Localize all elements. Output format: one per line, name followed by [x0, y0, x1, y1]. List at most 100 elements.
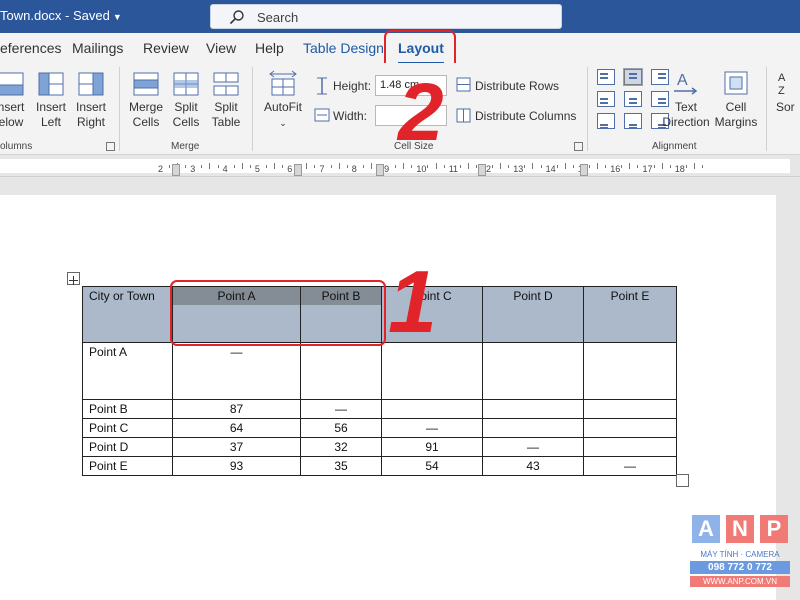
insert-below-button[interactable]: nsert elow — [0, 71, 28, 130]
chevron-down-icon: ▼ — [112, 12, 122, 22]
table-cell[interactable]: 37 — [172, 437, 301, 457]
anp-website: WWW.ANP.COM.VN — [690, 576, 790, 587]
align-cell-icon[interactable] — [597, 91, 615, 107]
table-cell[interactable] — [482, 399, 584, 419]
row-label-cell[interactable]: Point B — [82, 399, 173, 419]
ruler-column-marker[interactable] — [376, 164, 384, 176]
ruler-number: 11 — [448, 164, 459, 174]
ruler-tick — [540, 165, 542, 168]
table-cell[interactable]: 56 — [300, 418, 382, 438]
ruler-tick — [597, 163, 599, 169]
header-cell[interactable]: Point E — [583, 286, 677, 343]
ruler-column-marker[interactable] — [580, 164, 588, 176]
header-cell[interactable]: Point D — [482, 286, 584, 343]
align-cell-icon[interactable] — [597, 69, 615, 85]
height-icon — [317, 77, 327, 95]
table-cell[interactable]: 64 — [172, 418, 301, 438]
distribute-rows-icon — [456, 77, 471, 92]
table-cell[interactable]: 43 — [482, 456, 584, 476]
align-cell-icon[interactable] — [597, 113, 615, 129]
table-cell[interactable]: — — [583, 456, 677, 476]
cell-text: 32 — [334, 440, 348, 454]
autofit-button[interactable]: AutoFit ⌄ — [260, 69, 306, 131]
distribute-columns-icon — [456, 108, 471, 123]
tab-table-design[interactable]: Table Design — [303, 40, 384, 56]
table-cell[interactable] — [583, 418, 677, 438]
ruler-tick — [233, 165, 235, 168]
table-cell[interactable]: — — [482, 437, 584, 457]
ruler-number: 4 — [222, 164, 228, 174]
tab-mailings[interactable]: Mailings — [72, 40, 123, 56]
align-cell-icon[interactable] — [624, 69, 642, 85]
table-cell[interactable]: 54 — [381, 456, 483, 476]
tab-review[interactable]: Review — [143, 40, 189, 56]
table-cell[interactable] — [482, 342, 584, 400]
merge-cells-button[interactable]: Merge Cells — [126, 71, 166, 130]
tab-help[interactable]: Help — [255, 40, 284, 56]
table-cell[interactable] — [300, 342, 382, 400]
group-separator — [766, 67, 767, 151]
insert-left-button[interactable]: Insert Left — [33, 71, 69, 130]
ruler-number: 14 — [545, 164, 556, 174]
table-move-handle-icon[interactable] — [67, 272, 80, 285]
horizontal-ruler[interactable]: 23456789101112131415161718 — [0, 155, 800, 177]
distribute-rows-button[interactable]: Distribute Rows — [475, 79, 559, 93]
sort-button[interactable]: AZ Sor — [776, 69, 800, 115]
dialog-launcher-icon[interactable] — [106, 142, 115, 151]
table-cell[interactable]: — — [381, 418, 483, 438]
table-cell[interactable]: 87 — [172, 399, 301, 419]
table-cell[interactable] — [482, 418, 584, 438]
table-cell[interactable]: — — [300, 399, 382, 419]
row-label-cell[interactable]: Point A — [82, 342, 173, 400]
table-cell[interactable]: 32 — [300, 437, 382, 457]
table-cell[interactable] — [381, 342, 483, 400]
cell-text: 64 — [229, 421, 244, 435]
ruler-column-marker[interactable] — [294, 164, 302, 176]
align-cell-icon[interactable] — [624, 113, 642, 129]
ruler-tick — [346, 165, 348, 168]
dialog-launcher-icon[interactable] — [574, 142, 583, 151]
cell-text: 87 — [229, 402, 244, 416]
ruler-tick — [314, 165, 316, 168]
split-table-button[interactable]: Split Table — [208, 71, 244, 130]
table-cell[interactable]: 91 — [381, 437, 483, 457]
insert-right-button[interactable]: Insert Right — [73, 71, 109, 130]
cell-text: Point B — [89, 402, 128, 416]
row-label-cell[interactable]: Point D — [82, 437, 173, 457]
align-cell-icon[interactable] — [624, 91, 642, 107]
ruler-tick — [467, 163, 469, 169]
ruler-tick — [693, 163, 695, 169]
tab-view[interactable]: View — [206, 40, 236, 56]
tab-eferences[interactable]: eferences — [0, 40, 61, 56]
ruler-tick — [395, 165, 397, 168]
ruler-tick — [702, 165, 704, 168]
row-label-cell[interactable]: Point C — [82, 418, 173, 438]
insert-left-icon — [38, 72, 64, 96]
table-cell[interactable]: 35 — [300, 456, 382, 476]
search-box[interactable]: Search — [210, 4, 562, 29]
ruler-tick — [443, 165, 445, 168]
table-cell[interactable] — [583, 399, 677, 419]
step-1-annotation: 1 — [388, 252, 437, 351]
ruler-tick — [249, 165, 251, 168]
ruler-column-marker[interactable] — [172, 164, 180, 176]
split-cells-button[interactable]: Split Cells — [168, 71, 204, 130]
width-icon — [314, 108, 330, 122]
header-cell[interactable]: City or Town — [82, 286, 173, 343]
table-resize-handle-icon[interactable] — [676, 474, 689, 487]
ruler-tick — [427, 165, 429, 168]
row-label-cell[interactable]: Point E — [82, 456, 173, 476]
table-cell[interactable] — [381, 399, 483, 419]
ruler-column-marker[interactable] — [478, 164, 486, 176]
distribute-columns-button[interactable]: Distribute Columns — [475, 109, 576, 123]
ruler-number: 17 — [642, 164, 653, 174]
document-title[interactable]: Town.docx - Saved ▼ — [0, 8, 122, 23]
text-direction-button[interactable]: A Text Direction — [661, 69, 711, 130]
table-cell[interactable] — [583, 437, 677, 457]
table-cell[interactable]: — — [172, 342, 301, 400]
table-cell[interactable]: 93 — [172, 456, 301, 476]
cell-text: — — [335, 402, 347, 416]
cell-margins-button[interactable]: Cell Margins — [713, 69, 759, 130]
table-cell[interactable] — [583, 342, 677, 400]
ruler-tick — [564, 163, 566, 169]
